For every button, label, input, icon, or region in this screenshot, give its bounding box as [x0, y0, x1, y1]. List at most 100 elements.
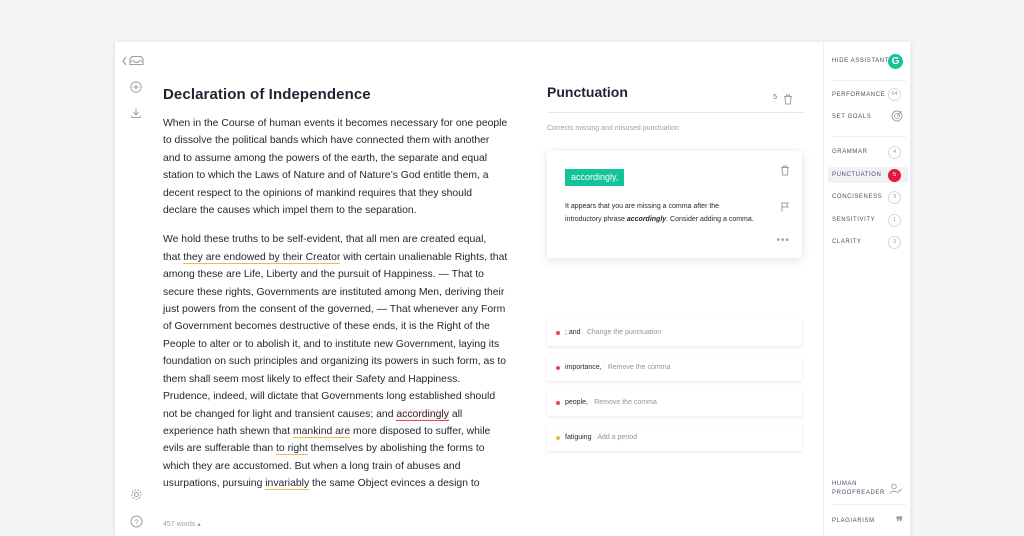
suggestion-text: people, · Remove the comma	[565, 390, 657, 416]
plus-circle-icon	[130, 81, 142, 93]
assistant-subtitle: Corrects missing and misused punctuation	[547, 125, 679, 132]
text-run: evils are sufferable than	[163, 443, 277, 455]
text-line: which they are accustomed. But when a lo…	[163, 460, 461, 472]
back-to-documents-button[interactable]	[119, 50, 149, 72]
text-line: Prudence, indeed, will dictate that Gove…	[163, 391, 496, 403]
target-icon	[891, 109, 903, 127]
person-check-icon	[889, 482, 903, 500]
category-count: 1	[888, 214, 901, 227]
category-punctuation[interactable]: PUNCTUATION	[832, 172, 882, 178]
suggestion-item[interactable]: ; and · Change the punctuation	[547, 320, 802, 346]
gear-icon	[130, 488, 142, 500]
suggestion-text: fatiguing · Add a period	[565, 425, 637, 451]
suggestion-action: Add a period	[597, 434, 638, 441]
assistant-header: Punctuation 5	[547, 84, 805, 113]
text-line: and to assume among the powers of the ea…	[163, 152, 488, 164]
proofreader-label-line: HUMAN	[832, 481, 857, 487]
explanation-text: . Consider adding a comma.	[666, 215, 754, 223]
help-icon: ?	[130, 515, 142, 527]
text-line: station to which the Laws of Nature and …	[163, 170, 489, 182]
chevron-up-icon: ▴	[197, 521, 201, 528]
divider	[832, 136, 906, 137]
word-count[interactable]: 457 words ▴	[163, 520, 201, 528]
suggestion-item[interactable]: fatiguing · Add a period	[547, 425, 802, 451]
text-run: experience hath shewn that	[163, 425, 293, 437]
set-goals-link[interactable]: SET GOALS	[832, 114, 871, 120]
flagged-phrase[interactable]: invariably	[265, 478, 310, 491]
text-line: just powers from the consent of the gove…	[163, 304, 506, 316]
document-editor[interactable]: Declaration of Independence When in the …	[163, 86, 513, 505]
text-line: that they are endowed by their Creator w…	[163, 249, 513, 266]
app-window: ? Declaration of Independence When in th…	[115, 42, 910, 536]
text-line: We hold these truths to be self-evident,…	[163, 234, 487, 246]
inbox-icon	[122, 55, 144, 66]
text-line: decent respect to the opinions of mankin…	[163, 187, 473, 199]
suggestion-text: ; and · Change the punctuation	[565, 320, 661, 346]
dismiss-all-button[interactable]	[783, 92, 793, 110]
severity-dot	[556, 436, 560, 440]
text-run: the same Object evinces a design to	[309, 478, 480, 490]
divider	[832, 504, 906, 505]
hide-assistant-button[interactable]: HIDE ASSISTANT	[832, 58, 889, 64]
category-clarity[interactable]: CLARITY	[832, 239, 862, 245]
flag-icon	[781, 202, 789, 212]
flagged-phrase[interactable]: they are endowed by their Creator	[183, 251, 341, 264]
suggestion-item[interactable]: people, · Remove the comma	[547, 390, 802, 416]
help-button[interactable]: ?	[125, 510, 147, 532]
text-line: usurpations, pursuing invariably the sam…	[163, 475, 513, 492]
report-button[interactable]	[780, 199, 790, 217]
suggestion-card-expanded[interactable]: accordingly, It appears that you are mis…	[547, 151, 802, 258]
text-run: more disposed to suffer, while	[350, 425, 491, 437]
performance-link[interactable]: PERFORMANCE	[832, 92, 885, 98]
suggestion-word: people,	[565, 399, 588, 406]
document-title[interactable]: Declaration of Independence	[163, 86, 513, 103]
more-options-icon[interactable]: •••	[776, 235, 790, 246]
text-line: declare the causes which impel them to t…	[163, 205, 417, 217]
category-conciseness[interactable]: CONCISENESS	[832, 194, 882, 200]
suggestion-word: ; and	[565, 329, 581, 336]
paragraph-2[interactable]: We hold these truths to be self-evident,…	[163, 231, 513, 492]
new-document-button[interactable]	[125, 76, 147, 98]
separator: ·	[603, 364, 606, 371]
separator: ·	[582, 329, 585, 336]
left-rail: ?	[115, 42, 155, 536]
text-run: all	[448, 408, 463, 420]
suggestion-word: importance,	[565, 364, 602, 371]
flagged-phrase[interactable]: to right	[276, 443, 308, 456]
text-run: usurpations, pursuing	[163, 478, 266, 490]
active-flagged-word[interactable]: accordingly	[396, 408, 449, 421]
plagiarism-link[interactable]: PLAGIARISM	[832, 518, 875, 524]
assistant-panel: Punctuation 5 Corrects missing and misus…	[547, 84, 805, 451]
category-sensitivity[interactable]: SENSITIVITY	[832, 217, 875, 223]
category-grammar[interactable]: GRAMMAR	[832, 149, 868, 155]
suggestion-action: Remove the comma	[607, 364, 671, 371]
severity-dot	[556, 366, 560, 370]
suggestion-item[interactable]: importance, · Remove the comma	[547, 355, 802, 381]
text-line: When in the Course of human events it be…	[163, 118, 508, 129]
quote-icon: ❞	[896, 514, 903, 529]
text-line: foundation on such principles and organi…	[163, 356, 507, 368]
accept-suggestion-button[interactable]: accordingly,	[565, 169, 625, 186]
suggestion-explanation: It appears that you are missing a comma …	[565, 201, 755, 226]
human-proofreader-link[interactable]: HUMAN PROOFREADER	[832, 480, 885, 498]
proofreader-label-line: PROOFREADER	[832, 490, 885, 496]
severity-dot	[556, 331, 560, 335]
settings-button[interactable]	[125, 483, 147, 505]
separator: ·	[589, 399, 593, 406]
text-line: evils are sufferable than to right thems…	[163, 440, 513, 457]
text-run: with certain unalienable Rights, that	[340, 251, 508, 263]
flagged-phrase[interactable]: mankind are	[292, 425, 351, 438]
paragraph-1[interactable]: When in the Course of human events it be…	[163, 115, 513, 219]
download-button[interactable]	[125, 102, 147, 124]
separator: ·	[593, 434, 596, 441]
dismiss-suggestion-button[interactable]	[780, 163, 790, 181]
grammarly-logo-icon[interactable]: G	[888, 54, 903, 69]
explanation-keyword: accordingly	[626, 215, 667, 223]
text-line: not be changed for light and transient c…	[163, 406, 513, 423]
svg-text:?: ?	[134, 517, 138, 526]
text-line: them shall seem most likely to effect th…	[163, 373, 461, 385]
text-line: secure these rights, Governments are ins…	[163, 286, 505, 298]
category-count: 3	[888, 191, 901, 204]
divider	[832, 80, 906, 81]
text-run: that	[163, 251, 184, 263]
